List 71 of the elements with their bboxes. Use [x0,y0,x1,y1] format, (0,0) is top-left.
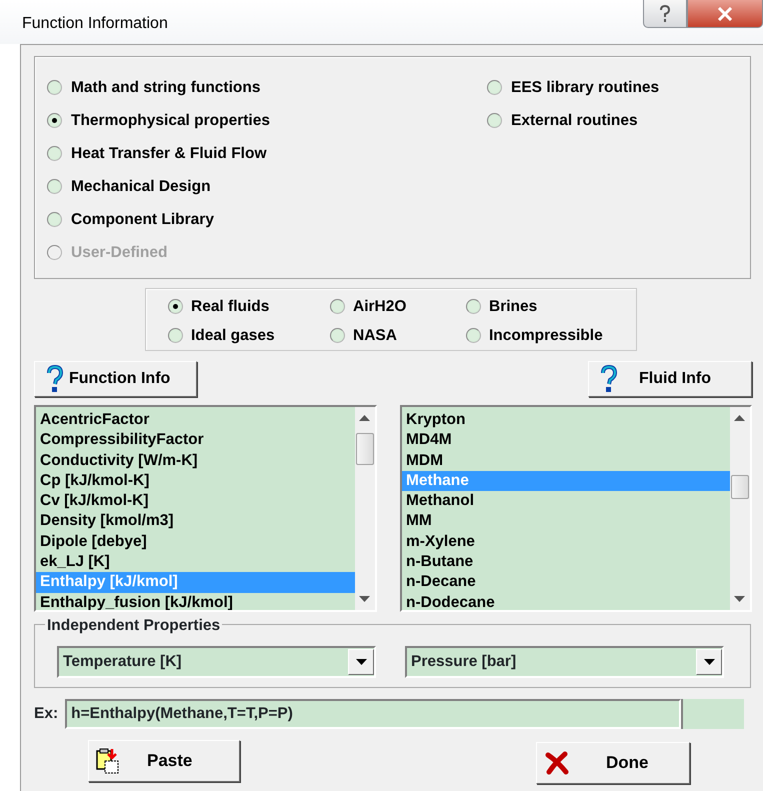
help-icon [599,365,619,393]
list-item[interactable]: Methanol [402,491,730,512]
list-item[interactable]: n-Decane [402,572,730,593]
list-item[interactable]: n-Butane [402,552,730,572]
radio-button[interactable] [47,146,62,161]
paste-button[interactable]: Paste [88,740,240,782]
radio-button[interactable] [168,328,183,343]
list-item[interactable]: MDM [402,450,730,471]
list-item[interactable]: CompressibilityFactor [36,430,355,451]
example-field[interactable]: h=Enthalpy(Methane,T=T,P=P) [65,699,682,729]
scroll-up-icon [734,415,745,421]
radio-button[interactable] [168,299,183,314]
field-label: Ex: [34,704,58,724]
radio-option: User-Defined [47,236,487,269]
radio-button[interactable] [330,328,345,343]
list-item[interactable]: n-Dodecane [402,592,730,610]
paste-icon [95,747,121,775]
list-item[interactable]: MM [402,511,730,532]
radio-button[interactable] [47,179,62,194]
radio-button[interactable] [47,212,62,227]
list-item[interactable]: Density [kmol/m3] [36,511,355,532]
scrollbar[interactable] [355,407,375,610]
radio-option[interactable]: NASA [330,321,466,350]
list-item[interactable]: Conductivity [W/m-K] [36,450,355,471]
scroll-down-icon [734,596,745,602]
radio-option[interactable]: Thermophysical properties [47,104,487,137]
radio-button[interactable] [47,113,62,128]
function-info-button[interactable]: Function Info [34,361,197,397]
radio-option[interactable]: External routines [487,104,757,137]
help-icon [659,4,671,22]
radio-option[interactable]: Real fluids [168,292,330,321]
scroll-up-icon [359,415,370,421]
help-icon [45,365,65,393]
list-item[interactable]: Krypton [402,410,730,430]
radio-option[interactable]: Ideal gases [168,321,330,350]
list-item[interactable]: ek_LJ [K] [36,552,355,572]
radio-option[interactable]: Incompressible [466,321,636,350]
list-item[interactable]: Cp [kJ/kmol-K] [36,470,355,492]
radio-option[interactable]: Heat Transfer & Fluid Flow [47,137,487,170]
radio-button[interactable] [466,328,481,343]
radio-button[interactable] [330,299,345,314]
help-button[interactable] [643,0,687,28]
list-item[interactable]: Dipole [debye] [36,532,355,552]
radio-option[interactable]: EES library routines [487,71,757,104]
side-field [681,699,744,729]
radio-option[interactable]: AirH2O [330,292,466,321]
close-icon [717,6,733,20]
dropdown[interactable]: Pressure [bar] [405,646,724,678]
list-item[interactable]: AcentricFactor [36,410,355,430]
cancel-icon [545,751,569,775]
radio-option[interactable]: Mechanical Design [47,170,487,203]
scrollbar[interactable] [730,407,750,610]
list-item[interactable]: m-Xylene [402,532,730,552]
list-item[interactable]: Cv [kJ/kmol-K] [36,491,355,512]
radio-option[interactable]: Component Library [47,203,487,236]
done-button[interactable]: Done [536,742,690,784]
scroll-down-icon [359,596,370,602]
radio-button[interactable] [47,80,62,95]
list-item[interactable]: Enthalpy_fusion [kJ/kmol] [36,592,355,610]
radio-button[interactable] [487,80,502,95]
close-button[interactable] [687,0,763,28]
radio-button[interactable] [487,113,502,128]
fluid-info-button[interactable]: Fluid Info [588,361,752,397]
scroll-thumb[interactable] [731,475,749,499]
radio-button[interactable] [466,299,481,314]
dropdown[interactable]: Temperature [K] [57,646,376,678]
list-item[interactable]: MD4M [402,430,730,451]
scroll-thumb[interactable] [356,433,374,465]
radio-option[interactable]: Brines [466,292,636,321]
window-title: Function Information [22,14,168,34]
radio-option[interactable]: Math and string functions [47,71,487,104]
